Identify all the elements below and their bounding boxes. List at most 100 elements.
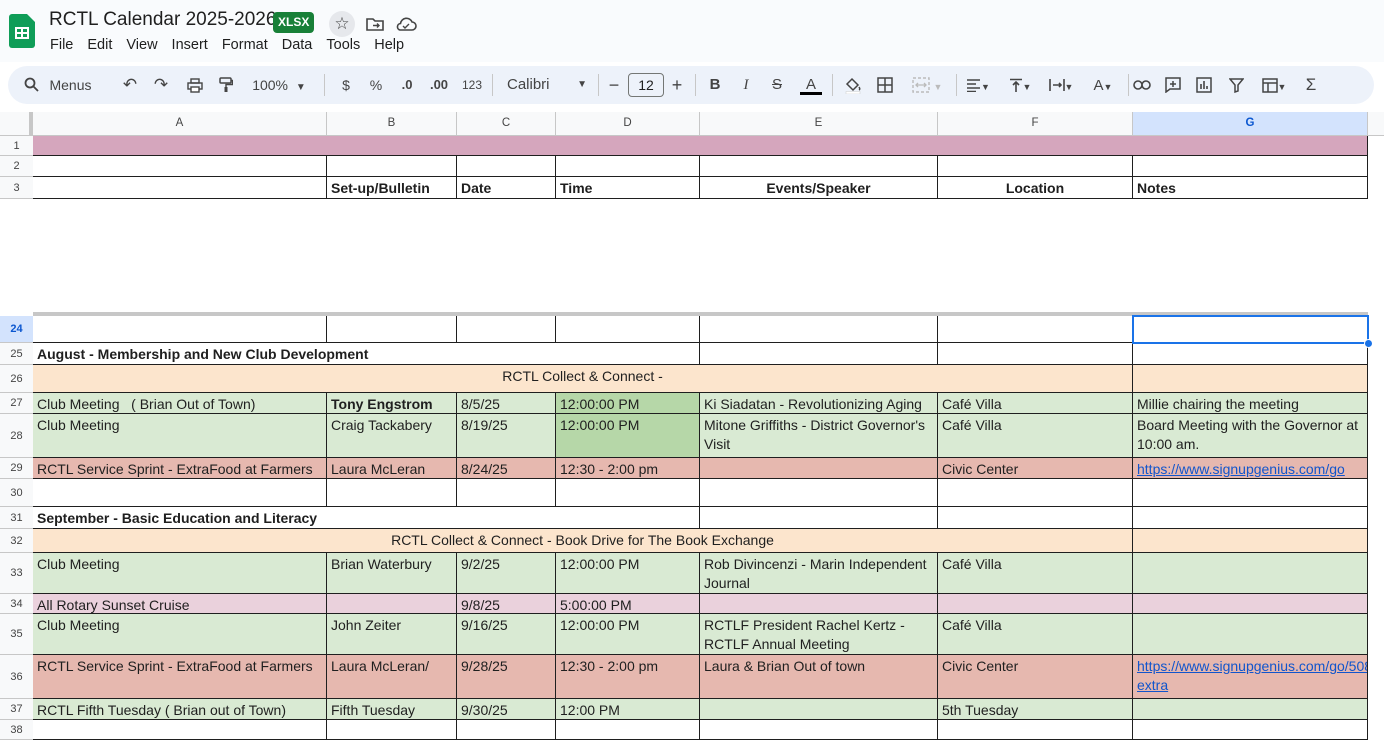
cell-g2[interactable] [1133, 156, 1368, 177]
document-title[interactable]: RCTL Calendar 2025-2026 [49, 9, 276, 31]
cell-c37[interactable]: 9/30/25 [457, 699, 556, 720]
menu-file[interactable]: File [50, 37, 73, 53]
menu-search[interactable]: Menus [18, 66, 108, 104]
cell-e28[interactable]: Mitone Griffiths - District Governor's V… [700, 414, 938, 458]
italic-icon[interactable]: I [736, 66, 756, 104]
cell-f34[interactable] [938, 594, 1133, 614]
menu-data[interactable]: Data [282, 37, 313, 53]
cell-a31[interactable]: September - Basic Education and Literacy [33, 507, 700, 529]
cell-c2[interactable] [457, 156, 556, 177]
menu-format[interactable]: Format [222, 37, 268, 53]
cell-d38[interactable] [556, 720, 700, 740]
cell-c30[interactable] [457, 479, 556, 507]
row-header-30[interactable]: 30 [0, 479, 33, 507]
cell-e24[interactable] [700, 316, 938, 343]
font-family-select[interactable]: Calibri ▼ [503, 66, 589, 104]
spreadsheet-grid[interactable]: ABCDEFG 1 2 3 Set-up/Bulletin Date Time Events… [0, 112, 1384, 740]
cell-d28[interactable]: 12:00:00 PM [556, 414, 700, 458]
row-header-24[interactable]: 24 [0, 316, 33, 343]
column-header-b[interactable]: B [327, 112, 457, 135]
cell-f31[interactable] [938, 507, 1133, 529]
cell-c28[interactable]: 8/19/25 [457, 414, 556, 458]
sheets-logo-icon[interactable] [9, 14, 35, 48]
cell-b3[interactable]: Set-up/Bulletin [327, 177, 457, 199]
cell-f30[interactable] [938, 479, 1133, 507]
cell-f28[interactable]: Café Villa [938, 414, 1133, 458]
menu-edit[interactable]: Edit [87, 37, 112, 53]
cell-f36[interactable]: Civic Center [938, 655, 1133, 699]
cell-a34[interactable]: All Rotary Sunset Cruise [33, 594, 327, 614]
row-header-29[interactable]: 29 [0, 458, 33, 479]
cell-a33[interactable]: Club Meeting [33, 553, 327, 594]
cell-d27[interactable]: 12:00:00 PM [556, 393, 700, 414]
filter-icon[interactable] [1225, 66, 1247, 104]
insert-comment-icon[interactable] [1162, 66, 1184, 104]
cell-d36[interactable]: 12:30 - 2:00 pm [556, 655, 700, 699]
functions-icon[interactable]: Σ [1300, 66, 1322, 104]
star-icon[interactable]: ☆ [329, 11, 355, 37]
row-header-32[interactable]: 32 [0, 529, 33, 553]
cell-g35[interactable] [1133, 614, 1368, 655]
cell-a3[interactable] [33, 177, 327, 199]
cell-e35[interactable]: RCTLF President Rachel Kertz - RCTLF Ann… [700, 614, 938, 655]
cloud-status-icon[interactable] [393, 11, 419, 37]
cell-a36[interactable]: RCTL Service Sprint - ExtraFood at Farme… [33, 655, 327, 699]
increase-decimal-button[interactable]: .00 [426, 66, 452, 104]
cell-d30[interactable] [556, 479, 700, 507]
row-header-34[interactable]: 34 [0, 594, 33, 614]
row-header-27[interactable]: 27 [0, 393, 33, 414]
cell-e31[interactable] [700, 507, 938, 529]
row-header-2[interactable]: 2 [0, 156, 33, 177]
cell-g38[interactable] [1133, 720, 1368, 740]
cell-b33[interactable]: Brian Waterbury [327, 553, 457, 594]
menu-view[interactable]: View [126, 37, 157, 53]
cell-f2[interactable] [938, 156, 1133, 177]
cell-f25[interactable] [938, 343, 1133, 365]
fill-handle[interactable] [1364, 339, 1373, 348]
cell-a29[interactable]: RCTL Service Sprint - ExtraFood at Farme… [33, 458, 327, 479]
cell-e36[interactable]: Laura & Brian Out of town [700, 655, 938, 699]
cell-c38[interactable] [457, 720, 556, 740]
cell-f29[interactable]: Civic Center [938, 458, 1133, 479]
cell-g28[interactable]: Board Meeting with the Governor at 10:00… [1133, 414, 1368, 458]
cell-f37[interactable]: 5th Tuesday [938, 699, 1133, 720]
cell-c36[interactable]: 9/28/25 [457, 655, 556, 699]
cell-e33[interactable]: Rob Divincenzi - Marin Independent Journ… [700, 553, 938, 594]
font-size-input[interactable]: 12 [628, 73, 664, 97]
cell-f33[interactable]: Café Villa [938, 553, 1133, 594]
filter-views-icon[interactable]: ▼ [1256, 66, 1292, 104]
cell-g34[interactable] [1133, 594, 1368, 614]
row-header-38[interactable]: 38 [0, 720, 33, 740]
cell-g31[interactable] [1133, 507, 1368, 529]
cell-d33[interactable]: 12:00:00 PM [556, 553, 700, 594]
select-all-corner[interactable] [0, 112, 33, 135]
cell-e2[interactable] [700, 156, 938, 177]
text-color-icon[interactable]: A [800, 66, 822, 104]
cell-b38[interactable] [327, 720, 457, 740]
cell-a35[interactable]: Club Meeting [33, 614, 327, 655]
cell-a27[interactable]: Club Meeting ( Brian Out of Town) [33, 393, 327, 414]
cell-c35[interactable]: 9/16/25 [457, 614, 556, 655]
cell-c34[interactable]: 9/8/25 [457, 594, 556, 614]
cell-d2[interactable] [556, 156, 700, 177]
cell-g3[interactable]: Notes [1133, 177, 1368, 199]
cell-merged-row-1[interactable] [33, 136, 1368, 156]
cell-c29[interactable]: 8/24/25 [457, 458, 556, 479]
cell-a28[interactable]: Club Meeting [33, 414, 327, 458]
cell-d29[interactable]: 12:30 - 2:00 pm [556, 458, 700, 479]
cell-b28[interactable]: Craig Tackabery [327, 414, 457, 458]
decrease-font-size-icon[interactable]: − [605, 66, 623, 104]
cell-b27[interactable]: Tony Engstrom [327, 393, 457, 414]
insert-chart-icon[interactable] [1193, 66, 1215, 104]
cell-g29[interactable]: https://www.signupgenius.com/go [1133, 458, 1368, 479]
cell-e27[interactable]: Ki Siadatan - Revolutionizing Aging [700, 393, 938, 414]
cell-d37[interactable]: 12:00 PM [556, 699, 700, 720]
cell-c27[interactable]: 8/5/25 [457, 393, 556, 414]
cell-g33[interactable] [1133, 553, 1368, 594]
row-header-35[interactable]: 35 [0, 614, 33, 655]
row-header-36[interactable]: 36 [0, 655, 33, 699]
cell-g30[interactable] [1133, 479, 1368, 507]
row-header-28[interactable]: 28 [0, 414, 33, 458]
row-header-37[interactable]: 37 [0, 699, 33, 720]
bold-icon[interactable]: B [705, 66, 725, 104]
